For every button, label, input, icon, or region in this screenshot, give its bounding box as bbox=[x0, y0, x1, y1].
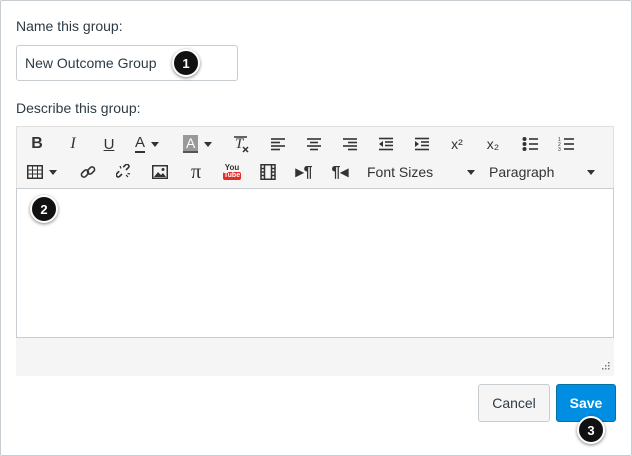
align-center-icon[interactable] bbox=[303, 131, 325, 157]
svg-text:T: T bbox=[235, 136, 245, 152]
step-marker-2: 2 bbox=[30, 195, 58, 223]
paragraph-label: Paragraph bbox=[489, 164, 555, 180]
toolbar-row-2: π You Tube ▸¶ ¶◂ Font Sizes Paragraph bbox=[17, 159, 613, 189]
svg-text:3: 3 bbox=[558, 147, 561, 152]
numbered-list-icon[interactable]: 123 bbox=[555, 131, 577, 157]
clear-formatting-icon[interactable]: T bbox=[231, 131, 253, 157]
align-left-icon[interactable] bbox=[267, 131, 289, 157]
font-sizes-label: Font Sizes bbox=[367, 164, 434, 180]
align-right-icon[interactable] bbox=[339, 131, 361, 157]
outdent-icon[interactable] bbox=[375, 131, 397, 157]
background-color-icon[interactable]: A bbox=[183, 131, 221, 157]
chevron-down-icon bbox=[587, 169, 595, 175]
describe-label: Describe this group: bbox=[16, 100, 141, 116]
name-label: Name this group: bbox=[16, 18, 123, 34]
bold-icon[interactable]: B bbox=[27, 131, 47, 157]
rtl-direction-icon[interactable]: ¶◂ bbox=[329, 159, 351, 185]
media-icon[interactable] bbox=[257, 159, 279, 185]
cancel-button[interactable]: Cancel bbox=[478, 384, 550, 422]
resize-handle-icon[interactable] bbox=[600, 362, 610, 372]
rich-text-toolbar: B I U A A T x² x₂ 123 π You Tube ▸¶ ¶◂ F… bbox=[16, 126, 614, 188]
chevron-down-icon bbox=[467, 169, 475, 175]
italic-icon[interactable]: I bbox=[63, 131, 83, 157]
unlink-icon[interactable] bbox=[113, 159, 135, 185]
link-icon[interactable] bbox=[77, 159, 99, 185]
paragraph-dropdown[interactable]: Paragraph bbox=[489, 159, 595, 185]
superscript-icon[interactable]: x² bbox=[445, 131, 469, 157]
indent-icon[interactable] bbox=[411, 131, 433, 157]
toolbar-row-1: B I U A A T x² x₂ 123 bbox=[17, 131, 613, 161]
editor-statusbar bbox=[16, 338, 614, 376]
ltr-direction-icon[interactable]: ▸¶ bbox=[293, 159, 315, 185]
text-color-icon[interactable]: A bbox=[135, 131, 173, 157]
font-sizes-dropdown[interactable]: Font Sizes bbox=[367, 159, 475, 185]
group-name-input[interactable] bbox=[16, 45, 238, 81]
table-icon[interactable] bbox=[27, 159, 61, 185]
image-icon[interactable] bbox=[149, 159, 171, 185]
step-marker-1: 1 bbox=[172, 49, 200, 77]
youtube-icon[interactable]: You Tube bbox=[221, 159, 243, 185]
step-marker-3: 3 bbox=[577, 416, 605, 444]
math-equation-icon[interactable]: π bbox=[185, 159, 207, 185]
subscript-icon[interactable]: x₂ bbox=[481, 131, 505, 157]
description-editor[interactable] bbox=[16, 188, 614, 338]
underline-icon[interactable]: U bbox=[99, 131, 119, 157]
bullet-list-icon[interactable] bbox=[519, 131, 541, 157]
